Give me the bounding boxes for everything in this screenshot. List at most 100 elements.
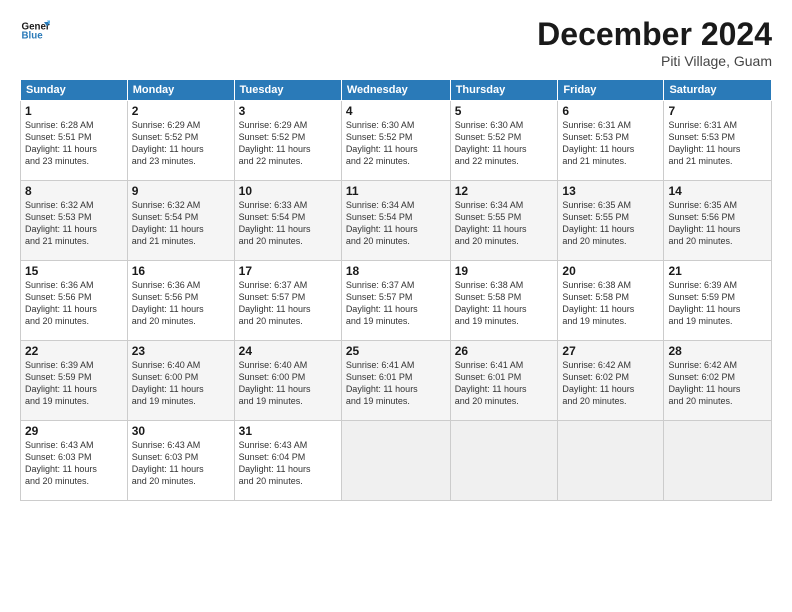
day-number: 9: [132, 184, 230, 198]
calendar-week-2: 8Sunrise: 6:32 AMSunset: 5:53 PMDaylight…: [21, 181, 772, 261]
day-number: 2: [132, 104, 230, 118]
svg-text:Blue: Blue: [22, 31, 44, 42]
day-info: Sunrise: 6:43 AMSunset: 6:04 PMDaylight:…: [239, 439, 337, 488]
day-number: 13: [562, 184, 659, 198]
day-info: Sunrise: 6:36 AMSunset: 5:56 PMDaylight:…: [25, 279, 123, 328]
day-number: 18: [346, 264, 446, 278]
day-number: 29: [25, 424, 123, 438]
calendar-cell: 5Sunrise: 6:30 AMSunset: 5:52 PMDaylight…: [450, 101, 558, 181]
logo-icon: General Blue: [20, 16, 50, 46]
calendar-cell: 4Sunrise: 6:30 AMSunset: 5:52 PMDaylight…: [341, 101, 450, 181]
day-info: Sunrise: 6:29 AMSunset: 5:52 PMDaylight:…: [132, 119, 230, 168]
calendar-cell: 30Sunrise: 6:43 AMSunset: 6:03 PMDayligh…: [127, 421, 234, 501]
day-number: 5: [455, 104, 554, 118]
day-number: 15: [25, 264, 123, 278]
calendar-week-5: 29Sunrise: 6:43 AMSunset: 6:03 PMDayligh…: [21, 421, 772, 501]
calendar-cell: 6Sunrise: 6:31 AMSunset: 5:53 PMDaylight…: [558, 101, 664, 181]
calendar-cell: 17Sunrise: 6:37 AMSunset: 5:57 PMDayligh…: [234, 261, 341, 341]
day-number: 12: [455, 184, 554, 198]
calendar-cell: 31Sunrise: 6:43 AMSunset: 6:04 PMDayligh…: [234, 421, 341, 501]
calendar-cell: 9Sunrise: 6:32 AMSunset: 5:54 PMDaylight…: [127, 181, 234, 261]
day-info: Sunrise: 6:41 AMSunset: 6:01 PMDaylight:…: [455, 359, 554, 408]
day-number: 17: [239, 264, 337, 278]
day-number: 8: [25, 184, 123, 198]
calendar-cell: 29Sunrise: 6:43 AMSunset: 6:03 PMDayligh…: [21, 421, 128, 501]
day-info: Sunrise: 6:43 AMSunset: 6:03 PMDaylight:…: [132, 439, 230, 488]
day-info: Sunrise: 6:37 AMSunset: 5:57 PMDaylight:…: [239, 279, 337, 328]
day-number: 6: [562, 104, 659, 118]
location: Piti Village, Guam: [537, 53, 772, 69]
calendar-cell: [341, 421, 450, 501]
col-tuesday: Tuesday: [234, 80, 341, 101]
header: General Blue December 2024 Piti Village,…: [20, 16, 772, 69]
calendar-cell: 2Sunrise: 6:29 AMSunset: 5:52 PMDaylight…: [127, 101, 234, 181]
day-number: 10: [239, 184, 337, 198]
day-info: Sunrise: 6:30 AMSunset: 5:52 PMDaylight:…: [455, 119, 554, 168]
calendar-cell: 23Sunrise: 6:40 AMSunset: 6:00 PMDayligh…: [127, 341, 234, 421]
calendar-cell: 16Sunrise: 6:36 AMSunset: 5:56 PMDayligh…: [127, 261, 234, 341]
day-number: 30: [132, 424, 230, 438]
calendar-cell: 26Sunrise: 6:41 AMSunset: 6:01 PMDayligh…: [450, 341, 558, 421]
day-info: Sunrise: 6:35 AMSunset: 5:56 PMDaylight:…: [668, 199, 767, 248]
day-info: Sunrise: 6:36 AMSunset: 5:56 PMDaylight:…: [132, 279, 230, 328]
day-number: 11: [346, 184, 446, 198]
day-info: Sunrise: 6:39 AMSunset: 5:59 PMDaylight:…: [25, 359, 123, 408]
calendar-week-3: 15Sunrise: 6:36 AMSunset: 5:56 PMDayligh…: [21, 261, 772, 341]
calendar-cell: 28Sunrise: 6:42 AMSunset: 6:02 PMDayligh…: [664, 341, 772, 421]
day-info: Sunrise: 6:42 AMSunset: 6:02 PMDaylight:…: [668, 359, 767, 408]
day-info: Sunrise: 6:34 AMSunset: 5:54 PMDaylight:…: [346, 199, 446, 248]
calendar-cell: 20Sunrise: 6:38 AMSunset: 5:58 PMDayligh…: [558, 261, 664, 341]
day-number: 14: [668, 184, 767, 198]
day-info: Sunrise: 6:31 AMSunset: 5:53 PMDaylight:…: [668, 119, 767, 168]
calendar-cell: 7Sunrise: 6:31 AMSunset: 5:53 PMDaylight…: [664, 101, 772, 181]
calendar-cell: 15Sunrise: 6:36 AMSunset: 5:56 PMDayligh…: [21, 261, 128, 341]
calendar-cell: 14Sunrise: 6:35 AMSunset: 5:56 PMDayligh…: [664, 181, 772, 261]
calendar-header: Sunday Monday Tuesday Wednesday Thursday…: [21, 80, 772, 101]
day-number: 28: [668, 344, 767, 358]
calendar-cell: 22Sunrise: 6:39 AMSunset: 5:59 PMDayligh…: [21, 341, 128, 421]
col-monday: Monday: [127, 80, 234, 101]
day-info: Sunrise: 6:29 AMSunset: 5:52 PMDaylight:…: [239, 119, 337, 168]
calendar-body: 1Sunrise: 6:28 AMSunset: 5:51 PMDaylight…: [21, 101, 772, 501]
col-saturday: Saturday: [664, 80, 772, 101]
calendar-cell: 3Sunrise: 6:29 AMSunset: 5:52 PMDaylight…: [234, 101, 341, 181]
calendar-cell: 8Sunrise: 6:32 AMSunset: 5:53 PMDaylight…: [21, 181, 128, 261]
day-number: 20: [562, 264, 659, 278]
calendar-cell: 11Sunrise: 6:34 AMSunset: 5:54 PMDayligh…: [341, 181, 450, 261]
day-info: Sunrise: 6:38 AMSunset: 5:58 PMDaylight:…: [455, 279, 554, 328]
calendar-cell: [664, 421, 772, 501]
day-number: 4: [346, 104, 446, 118]
calendar-cell: 21Sunrise: 6:39 AMSunset: 5:59 PMDayligh…: [664, 261, 772, 341]
calendar-cell: 27Sunrise: 6:42 AMSunset: 6:02 PMDayligh…: [558, 341, 664, 421]
calendar-cell: 10Sunrise: 6:33 AMSunset: 5:54 PMDayligh…: [234, 181, 341, 261]
calendar-cell: 18Sunrise: 6:37 AMSunset: 5:57 PMDayligh…: [341, 261, 450, 341]
day-info: Sunrise: 6:34 AMSunset: 5:55 PMDaylight:…: [455, 199, 554, 248]
day-number: 26: [455, 344, 554, 358]
col-friday: Friday: [558, 80, 664, 101]
day-number: 1: [25, 104, 123, 118]
day-number: 16: [132, 264, 230, 278]
month-title: December 2024: [537, 16, 772, 53]
col-wednesday: Wednesday: [341, 80, 450, 101]
day-info: Sunrise: 6:42 AMSunset: 6:02 PMDaylight:…: [562, 359, 659, 408]
calendar-week-4: 22Sunrise: 6:39 AMSunset: 5:59 PMDayligh…: [21, 341, 772, 421]
day-number: 31: [239, 424, 337, 438]
day-number: 23: [132, 344, 230, 358]
page: General Blue December 2024 Piti Village,…: [0, 0, 792, 612]
calendar-cell: 24Sunrise: 6:40 AMSunset: 6:00 PMDayligh…: [234, 341, 341, 421]
col-thursday: Thursday: [450, 80, 558, 101]
day-number: 25: [346, 344, 446, 358]
day-info: Sunrise: 6:40 AMSunset: 6:00 PMDaylight:…: [239, 359, 337, 408]
calendar-cell: [558, 421, 664, 501]
day-info: Sunrise: 6:32 AMSunset: 5:53 PMDaylight:…: [25, 199, 123, 248]
day-info: Sunrise: 6:33 AMSunset: 5:54 PMDaylight:…: [239, 199, 337, 248]
day-info: Sunrise: 6:40 AMSunset: 6:00 PMDaylight:…: [132, 359, 230, 408]
day-info: Sunrise: 6:38 AMSunset: 5:58 PMDaylight:…: [562, 279, 659, 328]
col-sunday: Sunday: [21, 80, 128, 101]
calendar-table: Sunday Monday Tuesday Wednesday Thursday…: [20, 79, 772, 501]
day-info: Sunrise: 6:32 AMSunset: 5:54 PMDaylight:…: [132, 199, 230, 248]
day-number: 19: [455, 264, 554, 278]
title-block: December 2024 Piti Village, Guam: [537, 16, 772, 69]
day-number: 27: [562, 344, 659, 358]
day-info: Sunrise: 6:43 AMSunset: 6:03 PMDaylight:…: [25, 439, 123, 488]
